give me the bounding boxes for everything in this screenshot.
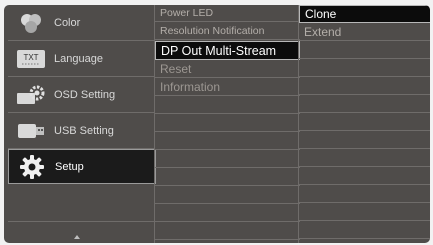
- submenu-item-reset[interactable]: Reset: [155, 61, 300, 78]
- submenu-empty-row: [155, 151, 300, 168]
- osd-menu-panel: Color TXT Language OSD Setting USB Setti…: [4, 5, 430, 243]
- menu-item-color[interactable]: Color: [8, 5, 154, 41]
- up-arrow-icon[interactable]: [74, 235, 80, 239]
- menu-item-osd-setting[interactable]: OSD Setting: [8, 77, 154, 113]
- txt-icon-text: TXT: [23, 53, 38, 62]
- option-list: Clone Extend: [298, 5, 430, 243]
- menu-item-label: Setup: [55, 160, 84, 173]
- main-menu: Color TXT Language OSD Setting USB Setti…: [4, 5, 156, 243]
- menu-item-language[interactable]: TXT Language: [8, 41, 154, 77]
- option-empty-row: [299, 168, 430, 185]
- submenu-item-information[interactable]: Information: [155, 79, 300, 96]
- submenu-empty-row: [155, 169, 300, 186]
- option-empty-row: [299, 150, 430, 167]
- option-extend[interactable]: Extend: [299, 24, 430, 41]
- setup-submenu: Power LED Resolution Notification DP Out…: [154, 5, 300, 243]
- submenu-empty-row: [155, 97, 300, 114]
- menu-item-label: USB Setting: [54, 124, 114, 137]
- option-empty-row: [299, 186, 430, 203]
- submenu-empty-row: [155, 205, 300, 222]
- submenu-item-power-led[interactable]: Power LED: [155, 5, 300, 22]
- option-empty-row: [299, 114, 430, 131]
- menu-item-setup[interactable]: Setup: [8, 149, 156, 184]
- usb-plug-icon: [8, 121, 54, 141]
- menu-item-usb-setting[interactable]: USB Setting: [8, 113, 154, 149]
- option-empty-row: [299, 222, 430, 239]
- menu-item-label: Language: [54, 52, 103, 65]
- color-circles-icon: [8, 12, 54, 34]
- option-empty-row: [299, 42, 430, 59]
- option-empty-row: [299, 60, 430, 77]
- submenu-item-resolution-notification[interactable]: Resolution Notification: [155, 23, 300, 40]
- osd-gear-icon: [8, 83, 54, 107]
- txt-language-icon: TXT: [8, 49, 54, 69]
- submenu-empty-row: [155, 187, 300, 204]
- menu-item-label: OSD Setting: [54, 88, 116, 101]
- option-empty-row: [299, 204, 430, 221]
- submenu-empty-row: [155, 115, 300, 132]
- option-empty-row: [299, 132, 430, 149]
- submenu-item-dp-out-multi-stream[interactable]: DP Out Multi-Stream: [155, 41, 300, 60]
- submenu-empty-row: [155, 133, 300, 150]
- option-clone[interactable]: Clone: [299, 5, 430, 23]
- setup-gear-icon: [9, 154, 55, 180]
- option-empty-row: [299, 78, 430, 95]
- menu-item-label: Color: [54, 16, 81, 29]
- menu-item-empty: [8, 186, 154, 222]
- option-empty-row: [299, 96, 430, 113]
- submenu-empty-row: [155, 223, 300, 240]
